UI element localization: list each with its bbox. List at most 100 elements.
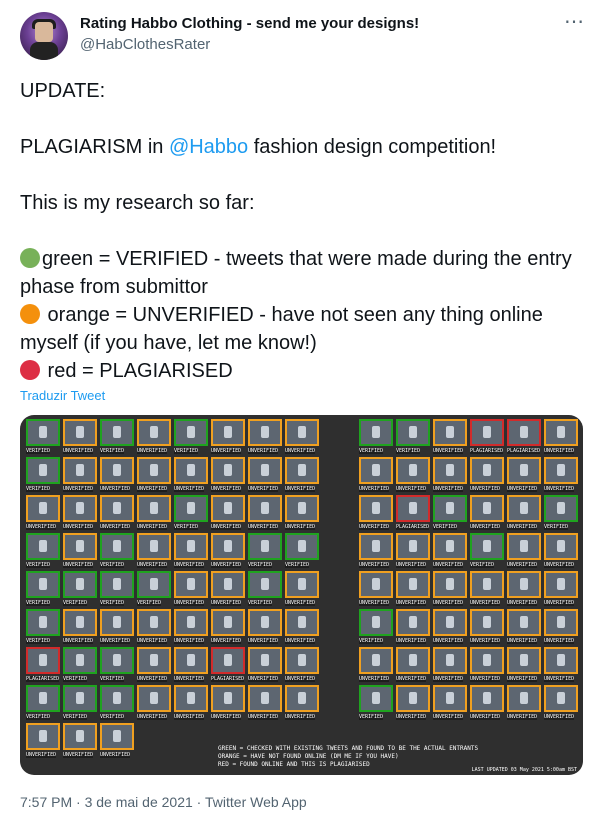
outfit-thumbnail: UNVERIFIED	[63, 533, 97, 568]
habbo-mention-link[interactable]: @Habbo	[169, 136, 248, 158]
outfit-thumbnail: VERIFIED	[26, 419, 60, 454]
outfit-thumbnail: UNVERIFIED	[544, 419, 578, 454]
tweet-date[interactable]: 3 de mai de 2021	[85, 794, 193, 810]
outfit-thumbnail: UNVERIFIED	[470, 495, 504, 530]
outfit-thumbnail: UNVERIFIED	[285, 457, 319, 492]
outfit-thumbnail: UNVERIFIED	[174, 533, 208, 568]
outfit-status-tag: UNVERIFIED	[63, 448, 94, 454]
footer-sep-2: ·	[192, 794, 205, 810]
outfit-thumbnail: UNVERIFIED	[211, 533, 245, 568]
outfit-thumbnail: UNVERIFIED	[544, 533, 578, 568]
outfit-thumbnail: PLAGIARISED	[470, 419, 504, 454]
outfit-status-tag: UNVERIFIED	[211, 562, 242, 568]
outfit-status-tag: UNVERIFIED	[470, 676, 501, 682]
outfit-thumbnail: UNVERIFIED	[211, 609, 245, 644]
research-line: This is my research so far:	[20, 192, 255, 214]
outfit-thumbnail: UNVERIFIED	[63, 419, 97, 454]
outfit-status-tag: UNVERIFIED	[544, 562, 575, 568]
outfit-status-tag: UNVERIFIED	[285, 676, 316, 682]
outfit-thumbnail: VERIFIED	[100, 419, 134, 454]
outfit-thumbnail: UNVERIFIED	[507, 685, 541, 720]
outfit-thumbnail: UNVERIFIED	[507, 571, 541, 606]
outfit-thumbnail: PLAGIARISED	[396, 495, 430, 530]
competition-text: fashion design competition!	[248, 136, 497, 158]
outfit-thumbnail: VERIFIED	[26, 685, 60, 720]
outfit-thumbnail: UNVERIFIED	[544, 685, 578, 720]
outfit-status-tag: UNVERIFIED	[359, 562, 390, 568]
outfit-status-tag: UNVERIFIED	[174, 714, 205, 720]
avatar-face	[35, 22, 53, 42]
legend-green: green = VERIFIED - tweets that were made…	[20, 245, 580, 301]
outfit-status-tag: UNVERIFIED	[470, 524, 501, 530]
outfit-thumbnail: PLAGIARISED	[507, 419, 541, 454]
tweet-time[interactable]: 7:57 PM	[20, 794, 72, 810]
avatar[interactable]	[20, 12, 68, 60]
tweet-text: UPDATE: PLAGIARISM in @Habbo fashion des…	[20, 77, 580, 385]
author-name[interactable]: Rating Habbo Clothing - send me your des…	[80, 15, 419, 32]
outfit-status-tag: UNVERIFIED	[248, 486, 279, 492]
outfit-thumbnail: UNVERIFIED	[63, 609, 97, 644]
outfit-status-tag: VERIFIED	[26, 714, 51, 720]
more-options-icon[interactable]: ⋯	[564, 12, 585, 32]
outfit-thumbnail: UNVERIFIED	[174, 685, 208, 720]
footer-sep-1: ·	[72, 794, 85, 810]
outfit-status-tag: UNVERIFIED	[248, 524, 279, 530]
outfit-status-tag: VERIFIED	[137, 600, 162, 606]
outfit-status-tag: UNVERIFIED	[285, 486, 316, 492]
outfit-status-tag: UNVERIFIED	[285, 714, 316, 720]
plagiarism-line: PLAGIARISM in @Habbo fashion design comp…	[20, 133, 580, 161]
outfit-thumbnail: UNVERIFIED	[248, 495, 282, 530]
outfit-thumbnail: UNVERIFIED	[100, 609, 134, 644]
outfit-status-tag: VERIFIED	[100, 600, 125, 606]
outfit-status-tag: VERIFIED	[26, 562, 51, 568]
legend-orange-text: orange = UNVERIFIED - have not seen any …	[20, 304, 543, 354]
outfit-status-tag: UNVERIFIED	[433, 600, 464, 606]
update-line: UPDATE:	[20, 80, 106, 102]
last-updated-label: LAST UPDATED 03 May 2021 5:00am BST	[471, 767, 577, 773]
outfit-thumbnail: UNVERIFIED	[26, 723, 60, 758]
outfit-thumbnail: UNVERIFIED	[285, 419, 319, 454]
outfit-thumbnail: UNVERIFIED	[433, 609, 467, 644]
outfit-status-tag: UNVERIFIED	[174, 638, 205, 644]
tweet-image[interactable]: VERIFIED UNVERIFIED VERIFIED UNVERIFIED VERI…	[20, 415, 583, 775]
outfit-status-tag: UNVERIFIED	[544, 638, 575, 644]
outfit-status-tag: UNVERIFIED	[396, 562, 427, 568]
outfit-status-tag: UNVERIFIED	[63, 562, 94, 568]
outfit-status-tag: UNVERIFIED	[507, 638, 538, 644]
outfit-thumbnail: UNVERIFIED	[248, 419, 282, 454]
legend-red: red = PLAGIARISED	[20, 357, 580, 385]
outfit-status-tag: UNVERIFIED	[359, 600, 390, 606]
outfit-thumbnail: VERIFIED	[26, 533, 60, 568]
outfit-status-tag: UNVERIFIED	[63, 486, 94, 492]
image-legend-green: GREEN = CHECKED WITH EXISTING TWEETS AND…	[218, 745, 479, 752]
author-handle[interactable]: @HabClothesRater	[80, 36, 210, 53]
outfit-thumbnail: UNVERIFIED	[211, 495, 245, 530]
outfit-status-tag: UNVERIFIED	[285, 448, 316, 454]
translate-tweet-link[interactable]: Traduzir Tweet	[20, 388, 105, 403]
outfit-thumbnail: UNVERIFIED	[470, 609, 504, 644]
outfit-status-tag: VERIFIED	[26, 600, 51, 606]
outfit-thumbnail: UNVERIFIED	[433, 647, 467, 682]
outfit-thumbnail: UNVERIFIED	[285, 685, 319, 720]
outfit-status-tag: VERIFIED	[100, 448, 125, 454]
outfit-status-tag: UNVERIFIED	[433, 486, 464, 492]
outfit-status-tag: UNVERIFIED	[211, 486, 242, 492]
outfit-thumbnail: UNVERIFIED	[396, 647, 430, 682]
outfit-thumbnail: UNVERIFIED	[248, 685, 282, 720]
outfit-status-tag: UNVERIFIED	[100, 486, 131, 492]
outfit-status-tag: VERIFIED	[248, 600, 273, 606]
outfit-status-tag: VERIFIED	[285, 562, 310, 568]
outfit-status-tag: UNVERIFIED	[248, 638, 279, 644]
outfit-status-tag: UNVERIFIED	[433, 714, 464, 720]
outfit-status-tag: UNVERIFIED	[470, 638, 501, 644]
outfit-status-tag: UNVERIFIED	[211, 638, 242, 644]
outfit-thumbnail: UNVERIFIED	[211, 419, 245, 454]
outfit-status-tag: VERIFIED	[63, 714, 88, 720]
outfit-status-tag: UNVERIFIED	[248, 714, 279, 720]
outfit-thumbnail: UNVERIFIED	[100, 723, 134, 758]
red-circle-icon	[20, 360, 40, 380]
outfit-status-tag: UNVERIFIED	[174, 562, 205, 568]
outfit-thumbnail: UNVERIFIED	[470, 685, 504, 720]
outfit-thumbnail: VERIFIED	[470, 533, 504, 568]
outfit-thumbnail: VERIFIED	[285, 533, 319, 568]
